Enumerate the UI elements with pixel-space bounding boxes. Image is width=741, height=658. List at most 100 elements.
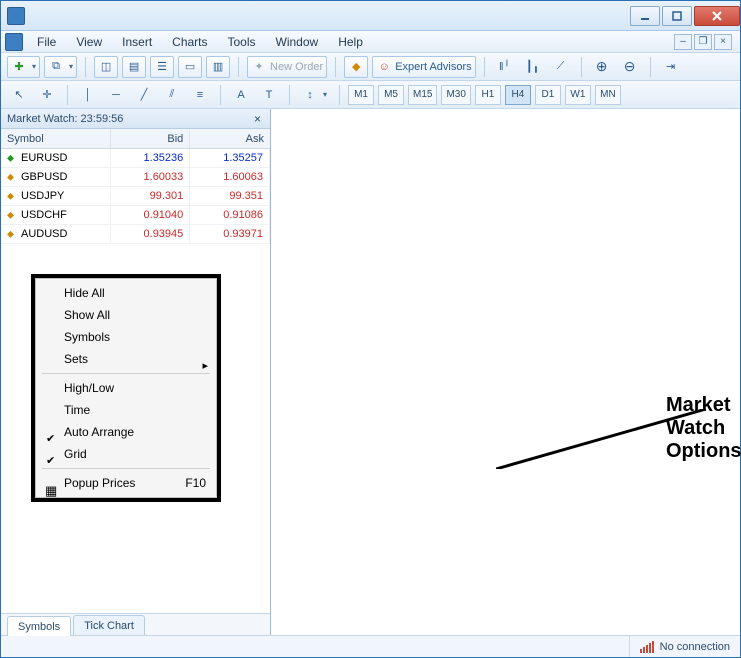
tester-icon: ▥	[210, 59, 226, 75]
menu-view[interactable]: View	[66, 33, 112, 51]
titlebar	[1, 1, 740, 31]
ctx-auto-arrange[interactable]: Auto Arrange	[38, 421, 214, 443]
crosshair-tool[interactable]: ✛	[35, 84, 59, 106]
symbol-name: USDCHF	[21, 209, 67, 221]
data-window-icon: ▤	[126, 59, 142, 75]
header-bid[interactable]: Bid	[111, 129, 191, 148]
ctx-grid[interactable]: Grid	[38, 443, 214, 465]
line-chart-icon: ⟋	[553, 59, 569, 75]
header-symbol[interactable]: Symbol	[1, 129, 111, 148]
profiles-button[interactable]: ⧉	[44, 56, 77, 78]
ctx-hide-all[interactable]: Hide All	[38, 282, 214, 304]
new-chart-button[interactable]: ✚	[7, 56, 40, 78]
market-watch-row[interactable]: USDJPY99.30199.351	[1, 187, 270, 206]
mdi-minimize-button[interactable]: –	[674, 34, 692, 50]
maximize-button[interactable]	[662, 6, 692, 26]
fibo-tool[interactable]: ≡	[188, 84, 212, 106]
chart-candles-button[interactable]: ┃╻	[521, 56, 545, 78]
market-watch-toggle[interactable]: ◫	[94, 56, 118, 78]
zoom-in-button[interactable]	[590, 56, 614, 78]
app-menu-icon[interactable]	[5, 33, 23, 51]
arrows-tool[interactable]: ↕	[298, 84, 331, 106]
expert-advisors-label: Expert Advisors	[395, 61, 471, 73]
vline-tool[interactable]: │	[76, 84, 100, 106]
bars-icon: ‖╵	[497, 59, 513, 75]
new-order-button[interactable]: ✦New Order	[247, 56, 327, 78]
chart-bars-button[interactable]: ‖╵	[493, 56, 517, 78]
symbol-name: GBPUSD	[21, 171, 67, 183]
crosshair-icon: ✛	[39, 87, 55, 103]
tf-m1[interactable]: M1	[348, 85, 374, 105]
tf-mn[interactable]: MN	[595, 85, 621, 105]
tf-d1[interactable]: D1	[535, 85, 561, 105]
terminal-toggle[interactable]: ▭	[178, 56, 202, 78]
channel-tool[interactable]: ⫽	[160, 84, 184, 106]
menu-tools[interactable]: Tools	[218, 33, 266, 51]
channel-icon: ⫽	[164, 87, 180, 103]
zoom-out-button[interactable]	[618, 56, 642, 78]
auto-scroll-icon: ⇥	[663, 59, 679, 75]
close-button[interactable]	[694, 6, 740, 26]
ctx-time[interactable]: Time	[38, 399, 214, 421]
tick-direction-icon	[7, 153, 17, 163]
tab-symbols[interactable]: Symbols	[7, 616, 71, 636]
tf-h4[interactable]: H4	[505, 85, 531, 105]
menu-window[interactable]: Window	[266, 33, 329, 51]
app-icon	[7, 7, 25, 25]
mdi-restore-button[interactable]: ❐	[694, 34, 712, 50]
metaquotes-icon: ◆	[348, 59, 364, 75]
cursor-tool[interactable]: ↖	[7, 84, 31, 106]
text-tool[interactable]: A	[229, 84, 253, 106]
text-icon: A	[233, 87, 249, 103]
ctx-symbols[interactable]: Symbols	[38, 326, 214, 348]
ctx-show-all[interactable]: Show All	[38, 304, 214, 326]
market-watch-headers: Symbol Bid Ask	[1, 129, 270, 149]
market-watch-row[interactable]: GBPUSD1.600331.60063	[1, 168, 270, 187]
menu-charts[interactable]: Charts	[162, 33, 217, 51]
menu-file[interactable]: File	[27, 33, 66, 51]
ctx-sets[interactable]: Sets	[38, 348, 214, 370]
mdi-close-button[interactable]: ×	[714, 34, 732, 50]
hline-tool[interactable]: ─	[104, 84, 128, 106]
market-watch-close-button[interactable]: ×	[251, 112, 264, 126]
chart-line-button[interactable]: ⟋	[549, 56, 573, 78]
market-watch-context-menu: Hide All Show All Symbols Sets High/Low …	[31, 274, 221, 502]
header-ask[interactable]: Ask	[190, 129, 270, 148]
metaquotes-button[interactable]: ◆	[344, 56, 368, 78]
market-watch-title: Market Watch: 23:59:56 ×	[1, 109, 270, 129]
tf-m15[interactable]: M15	[408, 85, 437, 105]
symbol-name: EURUSD	[21, 152, 67, 164]
tab-tick-chart[interactable]: Tick Chart	[73, 615, 145, 635]
market-watch-row[interactable]: EURUSD1.352361.35257	[1, 149, 270, 168]
new-order-label: New Order	[270, 61, 323, 73]
menu-help[interactable]: Help	[328, 33, 373, 51]
ask-value: 1.60063	[190, 168, 270, 186]
ctx-popup-prices[interactable]: Popup PricesF10	[38, 472, 214, 494]
navigator-toggle[interactable]: ☰	[150, 56, 174, 78]
data-window-toggle[interactable]: ▤	[122, 56, 146, 78]
expert-advisors-button[interactable]: ☺Expert Advisors	[372, 56, 475, 78]
menu-insert[interactable]: Insert	[112, 33, 162, 51]
tf-m30[interactable]: M30	[441, 85, 470, 105]
market-watch-row[interactable]: USDCHF0.910400.91086	[1, 206, 270, 225]
tick-direction-icon	[7, 191, 17, 201]
chart-area[interactable]: Market Watch Options	[271, 109, 740, 635]
trendline-tool[interactable]: ╱	[132, 84, 156, 106]
status-connection: No connection	[629, 636, 740, 657]
minimize-button[interactable]	[630, 6, 660, 26]
tf-h1[interactable]: H1	[475, 85, 501, 105]
market-watch-row[interactable]: AUDUSD0.939450.93971	[1, 225, 270, 244]
tf-w1[interactable]: W1	[565, 85, 591, 105]
hline-icon: ─	[108, 87, 124, 103]
strategy-tester-toggle[interactable]: ▥	[206, 56, 230, 78]
market-watch-body[interactable]: EURUSD1.352361.35257GBPUSD1.600331.60063…	[1, 149, 270, 613]
auto-scroll-button[interactable]: ⇥	[659, 56, 683, 78]
fibo-icon: ≡	[192, 87, 208, 103]
cursor-icon: ↖	[11, 87, 27, 103]
zoom-out-icon	[622, 59, 638, 75]
tf-m5[interactable]: M5	[378, 85, 404, 105]
arrows-icon: ↕	[302, 87, 318, 103]
text-label-tool[interactable]: T	[257, 84, 281, 106]
terminal-icon: ▭	[182, 59, 198, 75]
ctx-high-low[interactable]: High/Low	[38, 377, 214, 399]
